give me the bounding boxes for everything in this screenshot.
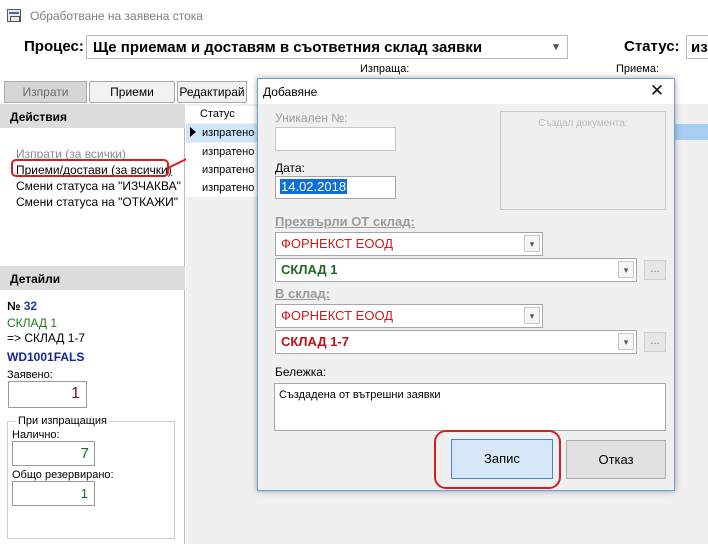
process-label: Процес: bbox=[24, 38, 84, 55]
column-label-receives: Приема: bbox=[616, 63, 660, 75]
column-label-sends: Изпраща: bbox=[360, 63, 410, 75]
unique-no-input[interactable] bbox=[275, 127, 396, 151]
window-titlebar: Обработване на заявена стока bbox=[0, 0, 708, 31]
available-value-field: 7 bbox=[12, 441, 95, 466]
from-company-select[interactable]: ФОРНЕКСТ ЕООД ▾ bbox=[275, 232, 543, 256]
to-warehouse-select[interactable]: СКЛАД 1-7 ▾ bbox=[275, 330, 637, 354]
details-from-warehouse: СКЛАД 1 bbox=[7, 316, 58, 330]
available-label: Налично: bbox=[12, 429, 60, 441]
date-label: Дата: bbox=[275, 161, 305, 175]
tab-receives[interactable]: Приеми bbox=[89, 81, 175, 103]
dialog-title: Добавяне bbox=[263, 85, 318, 99]
annotation-oval bbox=[11, 159, 169, 177]
action-set-status-waiting[interactable]: Смени статуса на "ИЗЧАКВА" bbox=[16, 178, 181, 194]
transfer-from-label: Прехвърли ОТ склад: bbox=[275, 214, 415, 229]
creator-box: Създал документа: bbox=[500, 111, 666, 210]
details-section-header: Детайли bbox=[0, 266, 185, 290]
reserved-label: Общо резервирано: bbox=[12, 469, 114, 481]
row-indicator-icon bbox=[190, 127, 196, 137]
to-company-value: ФОРНЕКСТ ЕООД bbox=[281, 308, 394, 323]
app-register-icon bbox=[7, 9, 21, 22]
to-warehouse-value: СКЛАД 1-7 bbox=[281, 334, 349, 349]
grid-selected-row-right[interactable] bbox=[674, 124, 708, 140]
details-number: № 32 bbox=[7, 299, 38, 313]
details-to-warehouse: => СКЛАД 1-7 bbox=[7, 331, 86, 345]
ordered-value-field: 1 bbox=[8, 381, 87, 408]
date-input-value: 14.02.2018 bbox=[280, 179, 348, 194]
process-select[interactable]: Ще приемам и доставям в съответния склад… bbox=[86, 35, 568, 59]
to-warehouse-browse-button[interactable]: ... bbox=[644, 332, 666, 352]
reserved-value-field: 1 bbox=[12, 481, 95, 506]
creator-label: Създал документа: bbox=[538, 118, 628, 129]
close-icon[interactable]: ✕ bbox=[646, 81, 668, 101]
details-item-code: WD1001FALS bbox=[7, 350, 85, 364]
status-select[interactable]: из bbox=[686, 35, 708, 59]
actions-section-header: Действия bbox=[0, 104, 185, 128]
chevron-down-icon[interactable]: ▾ bbox=[618, 261, 634, 278]
note-textarea[interactable]: Създадена от вътрешни заявки bbox=[274, 383, 666, 431]
cancel-button[interactable]: Отказ bbox=[566, 440, 666, 479]
from-warehouse-browse-button[interactable]: ... bbox=[644, 260, 666, 280]
chevron-down-icon[interactable]: ▾ bbox=[524, 307, 540, 324]
to-warehouse-label: В склад: bbox=[275, 286, 330, 301]
from-warehouse-value: СКЛАД 1 bbox=[281, 262, 338, 277]
chevron-down-icon[interactable]: ▾ bbox=[524, 235, 540, 252]
annotation-oval-save bbox=[434, 430, 561, 489]
process-select-value: Ще приемам и доставям в съответния склад… bbox=[93, 39, 483, 56]
to-company-select[interactable]: ФОРНЕКСТ ЕООД ▾ bbox=[275, 304, 543, 328]
dialog-titlebar: Добавяне ✕ bbox=[258, 79, 674, 104]
chevron-down-icon[interactable]: ▾ bbox=[547, 38, 565, 56]
note-label: Бележка: bbox=[275, 365, 327, 379]
action-set-status-reject[interactable]: Смени статуса на "ОТКАЖИ" bbox=[16, 194, 181, 210]
status-label: Статус: bbox=[624, 38, 680, 55]
tab-sends[interactable]: Изпрати bbox=[4, 81, 87, 103]
window-title: Обработване на заявена стока bbox=[30, 9, 203, 23]
ordered-label: Заявено: bbox=[7, 369, 53, 381]
unique-no-label: Уникален №: bbox=[275, 111, 348, 125]
from-warehouse-select[interactable]: СКЛАД 1 ▾ bbox=[275, 258, 637, 282]
chevron-down-icon[interactable]: ▾ bbox=[618, 333, 634, 350]
sender-group-title: При изпращащия bbox=[15, 415, 110, 427]
from-company-value: ФОРНЕКСТ ЕООД bbox=[281, 236, 394, 251]
date-input[interactable]: 14.02.2018 bbox=[275, 176, 396, 199]
actions-list: Изпрати (за всички) Приеми/достави (за в… bbox=[16, 146, 181, 210]
tab-edit[interactable]: Редактирай bbox=[177, 81, 247, 103]
